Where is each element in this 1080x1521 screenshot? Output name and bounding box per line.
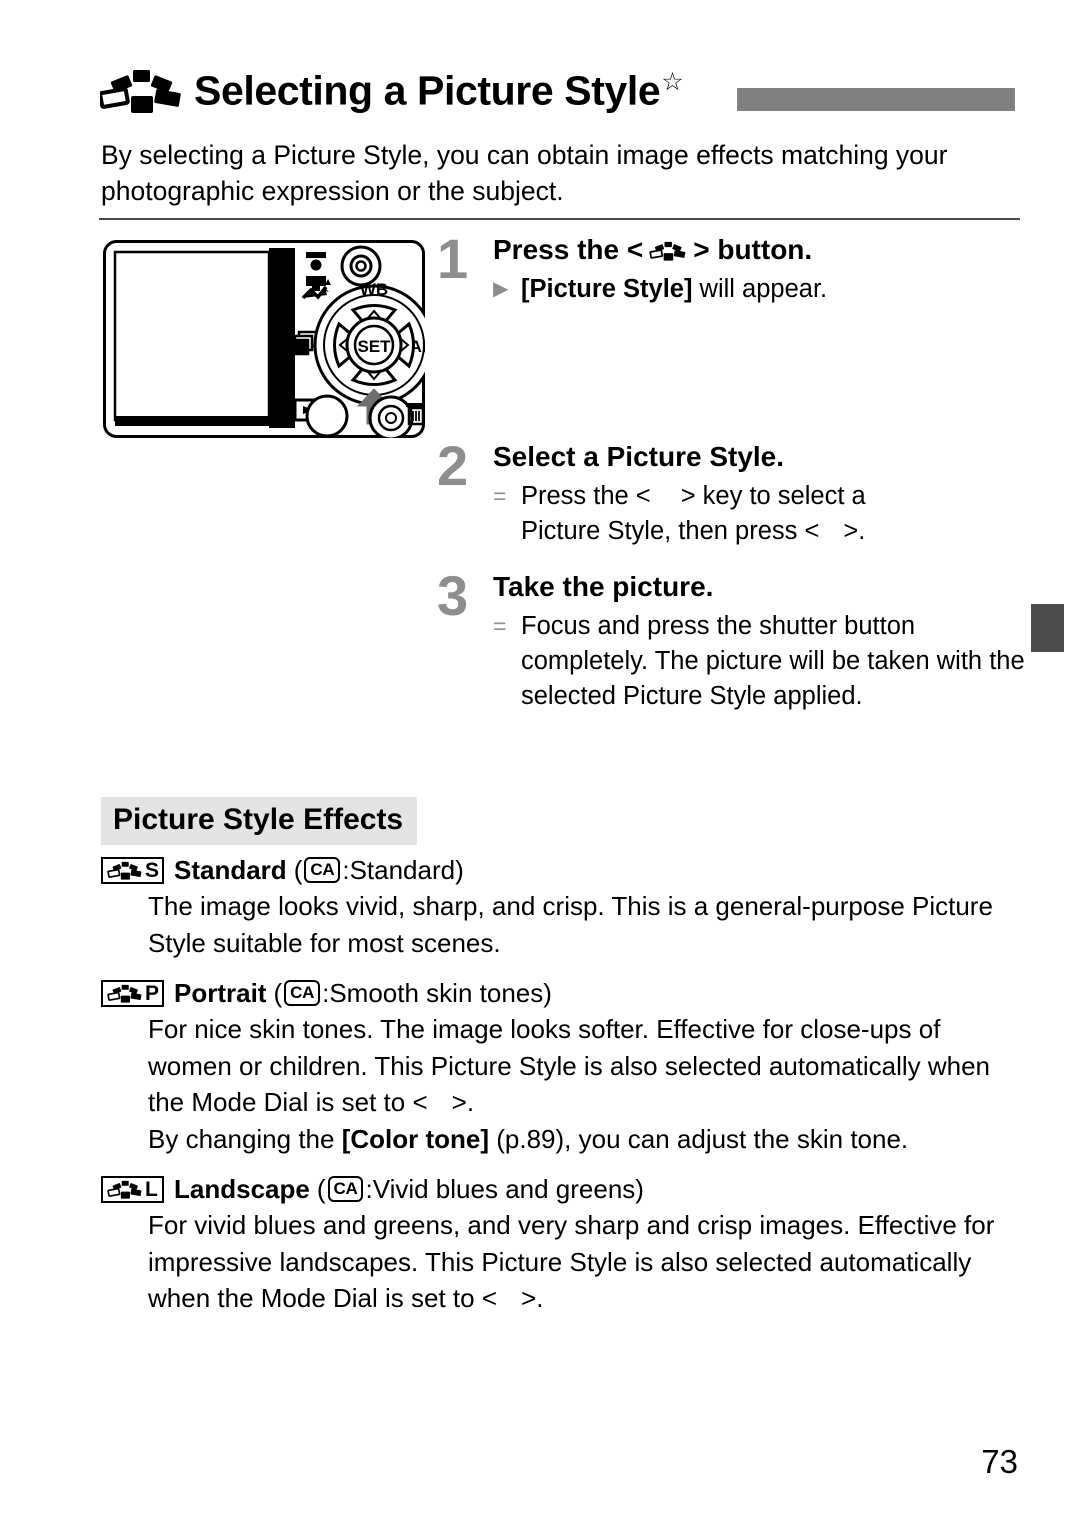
color-tone-menu-label: [Color tone] [341,1123,490,1154]
paren-open: ( [316,1174,326,1204]
effect-landscape-name: Landscape [174,1174,310,1204]
step-1-heading: Press the < > button. [493,234,813,265]
step-3-bullet: = Focus and press the shutter button com… [493,609,1027,714]
picture-style-icon [107,984,142,1003]
step-1-number: 1 [437,227,469,290]
effect-portrait-name: Portrait [174,978,267,1008]
badge-letter: P [145,981,160,1005]
equals-bullet-icon: = [493,483,507,509]
page-title: Selecting a Picture Style☆ [194,67,684,114]
svg-text:WB: WB [360,280,388,299]
picture-style-portrait-badge: P [101,979,164,1007]
step-2-bullet: = Press the < > key to select a Picture St… [493,479,1027,549]
colon-separator: : [342,855,350,885]
step-2-heading: Select a Picture Style. [493,441,785,472]
effect-landscape-description: For vivid blues and greens, and very sha… [148,1210,995,1313]
colon-separator: : [322,978,330,1008]
effect-landscape-title: L Landscape ( CA : Vivid blues and green… [101,1171,1026,1207]
step-2-number: 2 [437,434,469,497]
effects-list: S Standard ( CA : Standard ) The image l… [101,852,1026,1326]
step-3-bullet-text: Focus and press the shutter button compl… [521,612,1025,710]
manual-page: Selecting a Picture Style☆ By selecting … [0,0,1080,1521]
intro-paragraph: By selecting a Picture Style, you can ob… [101,140,948,206]
step-1-bullet: ▶ [Picture Style] will appear. [493,272,1027,307]
picture-style-standard-badge: S [101,856,164,884]
step-3-number: 3 [437,564,469,627]
effects-section-heading: Picture Style Effects [101,797,418,845]
effect-portrait-mode-desc: Smooth skin tones [329,978,544,1008]
picture-style-icon [107,1180,142,1199]
step-2-bullet-text: Press the < > key to select a Picture Styl… [521,482,866,545]
step-1-bullet-text: [Picture Style] will appear. [521,275,828,303]
effect-portrait-title: P Portrait ( CA : Smooth skin tones ) [101,975,1026,1011]
star-icon: ☆ [661,68,684,97]
picture-style-icon [100,70,181,113]
badge-letter: S [145,858,160,882]
effect-portrait: P Portrait ( CA : Smooth skin tones ) Fo… [101,975,1026,1157]
ca-mode-icon: CA [284,980,321,1006]
horizontal-rule [99,218,1020,220]
camera-back-illustration: WB AF SET [103,240,425,438]
step-3: 3 Take the picture. = Focus and press th… [437,564,1027,714]
paren-open: ( [273,978,283,1008]
triangle-bullet-icon: ▶ [493,278,509,300]
effect-portrait-description-2: By changing the [Color tone] (p.89), you… [148,1123,909,1154]
paren-close: ) [543,978,552,1008]
page-number: 73 [981,1443,1018,1480]
picture-style-icon [649,241,686,261]
picture-style-menu-label: [Picture Style] [521,275,693,303]
effect-standard-title: S Standard ( CA : Standard ) [101,852,1026,888]
picture-style-icon [107,861,142,880]
paren-open: ( [293,855,303,885]
badge-letter: L [145,1177,158,1201]
svg-text:SET: SET [357,337,391,356]
step-3-heading: Take the picture. [493,571,714,602]
header-accent-bar [737,88,1015,111]
colon-separator: : [365,1174,373,1204]
effect-standard-name: Standard [174,855,287,885]
ca-mode-icon: CA [327,1176,364,1202]
effect-standard-description: The image looks vivid, sharp, and crisp.… [148,891,993,958]
ca-mode-icon: CA [304,857,341,883]
effect-standard-mode-desc: Standard [349,855,456,885]
picture-style-landscape-badge: L [101,1175,164,1203]
effect-landscape: L Landscape ( CA : Vivid blues and green… [101,1171,1026,1317]
equals-bullet-icon: = [493,613,507,639]
effect-landscape-mode-desc: Vivid blues and greens [372,1174,636,1204]
paren-close: ) [635,1174,644,1204]
effect-standard: S Standard ( CA : Standard ) The image l… [101,852,1026,961]
step-1: 1 Press the < > button. ▶ [Picture Style]… [437,227,1027,307]
effect-portrait-description: For nice skin tones. The image looks sof… [148,1014,991,1117]
step-2: 2 Select a Picture Style. = Press the < >… [437,434,1027,549]
paren-close: ) [455,855,464,885]
chapter-side-tab [1031,604,1064,652]
